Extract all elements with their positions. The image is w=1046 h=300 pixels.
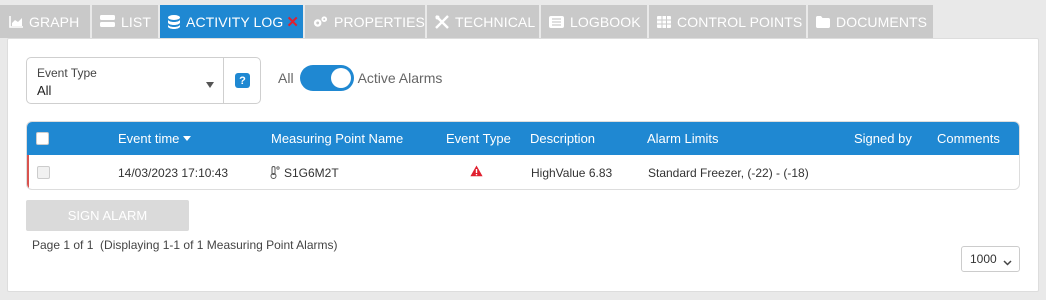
toggle-label-active-alarms: Active Alarms xyxy=(357,70,443,86)
row-select-cell xyxy=(37,155,50,189)
tab-properties[interactable]: PROPERTIES xyxy=(305,5,425,38)
folder-icon xyxy=(816,14,830,29)
cell-event-time: 14/03/2023 17:10:43 xyxy=(118,165,229,180)
tab-properties-label: PROPERTIES xyxy=(334,13,425,30)
tab-control-points-label: CONTROL POINTS xyxy=(677,13,803,30)
col-signed-by[interactable]: Signed by xyxy=(854,122,912,155)
pager-info: Page 1 of 1 (Displaying 1-1 of 1 Measuri… xyxy=(32,238,338,252)
help-button[interactable]: ? xyxy=(235,73,250,88)
warning-triangle-icon xyxy=(470,165,483,180)
col-description-label: Description xyxy=(530,131,596,146)
tab-documents[interactable]: DOCUMENTS xyxy=(808,5,933,38)
alarms-table: Event time Measuring Point Name Event Ty… xyxy=(26,121,1020,190)
col-event-time-label: Event time xyxy=(118,131,180,146)
close-icon[interactable]: ✕ xyxy=(286,13,299,31)
chevron-down-icon xyxy=(1003,255,1012,269)
tab-list[interactable]: LIST xyxy=(92,5,158,38)
toggle-knob xyxy=(330,68,351,88)
col-event-type-label: Event Type xyxy=(446,131,511,146)
col-measuring-point-label: Measuring Point Name xyxy=(271,131,404,146)
help-icon: ? xyxy=(239,74,246,87)
tab-documents-label: DOCUMENTS xyxy=(836,13,928,30)
cell-alarm-limits: Standard Freezer, (-22) - (-18) xyxy=(648,165,809,180)
wrench-icon xyxy=(435,14,449,29)
col-alarm-limits-label: Alarm Limits xyxy=(647,131,719,146)
sort-desc-icon xyxy=(183,136,192,141)
page-size-select[interactable]: 1000 xyxy=(961,246,1020,272)
tab-control-points[interactable]: CONTROL POINTS xyxy=(649,5,806,38)
table-row[interactable]: 14/03/2023 17:10:43 S1G6M2T HighValue 6.… xyxy=(27,155,1019,189)
activity-log-panel: Event Type All ? All Active Alarms Event… xyxy=(7,38,1039,292)
alarm-toggle-row: All Active Alarms xyxy=(278,65,442,91)
tab-graph-label: GRAPH xyxy=(29,13,80,30)
col-comments[interactable]: Comments xyxy=(937,122,1000,155)
tab-technical-label: TECHNICAL xyxy=(455,13,536,30)
measuring-point-name: S1G6M2T xyxy=(284,165,339,180)
area-chart-icon xyxy=(8,14,23,29)
col-signed-by-label: Signed by xyxy=(854,131,912,146)
row-checkbox[interactable] xyxy=(37,166,50,179)
col-comments-label: Comments xyxy=(937,131,1000,146)
cell-description: HighValue 6.83 xyxy=(531,165,613,180)
list-icon xyxy=(100,14,115,29)
page-size-value: 1000 xyxy=(970,252,997,266)
event-type-filter: Event Type All ? xyxy=(26,57,261,104)
tab-activity-log-label: ACTIVITY LOG xyxy=(186,13,284,30)
col-event-type[interactable]: Event Type xyxy=(446,122,511,155)
caret-down-icon xyxy=(206,82,214,88)
tab-graph[interactable]: GRAPH xyxy=(0,5,90,38)
cell-measuring-point[interactable]: S1G6M2T xyxy=(270,155,339,189)
table-header: Event time Measuring Point Name Event Ty… xyxy=(27,122,1019,155)
event-type-value: All xyxy=(37,83,52,98)
event-type-select[interactable]: Event Type All xyxy=(27,58,224,103)
col-event-time[interactable]: Event time xyxy=(118,122,192,155)
tab-logbook[interactable]: LOGBOOK xyxy=(541,5,647,38)
col-alarm-limits[interactable]: Alarm Limits xyxy=(647,122,719,155)
select-all-checkbox[interactable] xyxy=(36,132,49,145)
database-icon xyxy=(168,14,180,29)
tab-bar: GRAPH LIST ACTIVITY LOG ✕ PROPERTIES TEC… xyxy=(0,5,935,45)
toggle-label-all: All xyxy=(278,70,294,86)
select-all-cell xyxy=(36,122,49,155)
tab-activity-log[interactable]: ACTIVITY LOG ✕ xyxy=(160,5,303,45)
col-description[interactable]: Description xyxy=(530,122,595,155)
logbook-icon xyxy=(549,14,564,29)
active-alarms-toggle[interactable] xyxy=(299,65,354,91)
tab-list-label: LIST xyxy=(121,13,151,30)
tab-logbook-label: LOGBOOK xyxy=(570,13,641,30)
gears-icon xyxy=(313,14,328,29)
tab-technical[interactable]: TECHNICAL xyxy=(427,5,539,38)
sign-alarm-button[interactable]: SIGN ALARM xyxy=(26,200,189,231)
col-measuring-point[interactable]: Measuring Point Name xyxy=(271,122,403,155)
event-type-label: Event Type xyxy=(37,66,97,80)
table-icon xyxy=(657,14,671,29)
thermometer-icon xyxy=(270,166,280,179)
cell-event-type xyxy=(470,155,483,189)
